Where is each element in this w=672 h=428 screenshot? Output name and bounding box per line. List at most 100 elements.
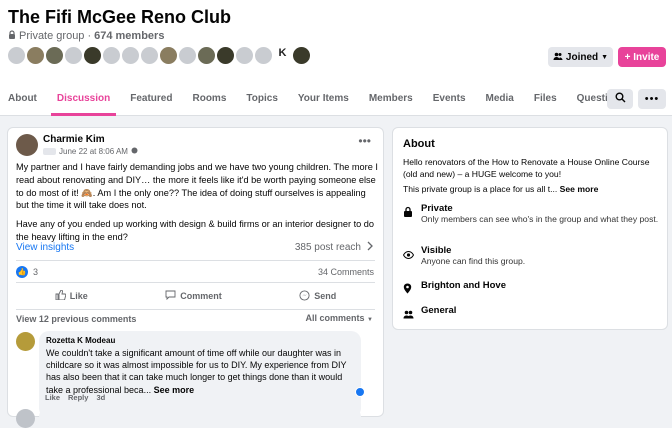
comment-like-button[interactable]: Like <box>45 393 60 402</box>
search-button[interactable] <box>607 89 633 109</box>
avatar[interactable] <box>45 46 64 65</box>
reactions[interactable]: 👍 3 <box>16 266 38 278</box>
send-button[interactable]: Send <box>299 289 337 303</box>
post-timestamp[interactable]: June 22 at 8:06 AM <box>59 147 128 156</box>
tab-featured[interactable]: Featured <box>130 83 172 116</box>
post-reach-label: 385 post reach <box>294 242 361 253</box>
view-insights-link[interactable]: View insights <box>16 242 74 253</box>
about-description: Hello renovators of the How to Renovate … <box>403 157 650 179</box>
comment-text: We couldn't take a significant amount of… <box>46 347 354 396</box>
tab-about[interactable]: About <box>8 83 37 116</box>
post-paragraph: My partner and I have fairly demanding j… <box>16 162 378 211</box>
comment-button[interactable]: Comment <box>165 290 222 302</box>
tab-your-items[interactable]: Your Items <box>298 83 349 116</box>
group-meta: Private group · 674 members <box>8 30 164 42</box>
comment-age[interactable]: 3d <box>96 393 105 402</box>
lock-icon <box>403 203 414 226</box>
group-tabs: About Discussion Featured Rooms Topics Y… <box>8 83 646 116</box>
author-avatar[interactable] <box>16 134 38 156</box>
commenter-avatar[interactable] <box>16 409 35 428</box>
avatar[interactable] <box>178 46 197 65</box>
see-more-link[interactable]: See more <box>154 385 195 395</box>
about-visible: Visible Anyone can find this group. <box>402 245 661 268</box>
all-comments-dropdown[interactable]: All comments ▼ <box>306 313 373 323</box>
like-button[interactable]: Like <box>55 289 88 302</box>
location-label[interactable]: Brighton and Hove <box>421 280 506 299</box>
about-see-more-link[interactable]: See more <box>560 184 599 194</box>
avatar[interactable] <box>235 46 254 65</box>
avatar[interactable] <box>121 46 140 65</box>
about-private: Private Only members can see who's in th… <box>403 203 661 226</box>
about-location: Brighton and Hove <box>403 280 661 299</box>
post-time: June 22 at 8:06 AM <box>43 147 138 156</box>
joined-button[interactable]: Joined ▼ <box>548 47 613 67</box>
more-icon: ••• <box>644 93 660 105</box>
chevron-right-icon <box>367 241 373 254</box>
like-reaction-icon: 👍 <box>16 266 28 278</box>
invite-button[interactable]: + Invite <box>618 47 666 67</box>
post-card: Charmie Kim June 22 at 8:06 AM ••• My pa… <box>7 127 384 428</box>
search-icon <box>615 90 626 108</box>
privacy-label: Private group <box>19 30 85 42</box>
people-icon <box>403 305 414 324</box>
tab-topics[interactable]: Topics <box>246 83 277 116</box>
about-description-more: This private group is a place for us all… <box>403 184 661 194</box>
avatar[interactable] <box>254 46 273 65</box>
comment-author[interactable]: Rozetta K Modeau <box>46 336 354 345</box>
comment-icon <box>165 290 176 302</box>
post-author[interactable]: Charmie Kim <box>43 134 105 145</box>
avatar-letter[interactable]: K <box>273 46 292 65</box>
group-title[interactable]: The Fifi McGee Reno Club <box>8 7 231 28</box>
avatar[interactable] <box>102 46 121 65</box>
avatar[interactable] <box>7 46 26 65</box>
comment-reply-button[interactable]: Reply <box>68 393 88 402</box>
private-title: Private <box>421 203 453 214</box>
about-heading: About <box>403 138 435 150</box>
avatar[interactable] <box>159 46 178 65</box>
send-label: Send <box>314 291 337 301</box>
avatar[interactable] <box>83 46 102 65</box>
post-body: My partner and I have fairly demanding j… <box>16 161 378 250</box>
avatar[interactable] <box>26 46 45 65</box>
about-description-truncated: This private group is a place for us all… <box>403 184 558 194</box>
visible-title: Visible <box>421 245 452 256</box>
about-card: About Hello renovators of the How to Ren… <box>392 127 668 330</box>
comments-count[interactable]: 34 Comments <box>318 267 374 277</box>
post-paragraph: Have any of you ended up working with de… <box>16 219 375 242</box>
messenger-icon <box>299 289 310 303</box>
avatar[interactable] <box>216 46 235 65</box>
tab-events[interactable]: Events <box>433 83 466 116</box>
chevron-down-icon: ▼ <box>601 53 609 61</box>
view-previous-comments[interactable]: View 12 previous comments <box>16 314 136 324</box>
tab-members[interactable]: Members <box>369 83 413 116</box>
avatar[interactable] <box>140 46 159 65</box>
post-reach[interactable]: 385 post reach <box>295 241 373 254</box>
avatar[interactable] <box>292 46 311 65</box>
lock-icon <box>8 30 16 42</box>
tab-media[interactable]: Media <box>486 83 514 116</box>
like-label: Like <box>69 291 88 301</box>
more-options-button[interactable]: ••• <box>638 89 666 109</box>
visible-description: Anyone can find this group. <box>421 256 526 266</box>
comment-actions: Like Reply 3d <box>45 393 105 402</box>
avatar[interactable] <box>64 46 83 65</box>
globe-icon <box>131 147 138 156</box>
reaction-count: 3 <box>33 267 39 277</box>
comment-like-icon[interactable] <box>355 387 365 397</box>
avatar[interactable] <box>197 46 216 65</box>
caret-down-icon: ▼ <box>367 317 373 323</box>
tab-files[interactable]: Files <box>534 83 557 116</box>
commenter-avatar[interactable] <box>16 332 35 351</box>
tab-rooms[interactable]: Rooms <box>192 83 226 116</box>
member-count[interactable]: 674 members <box>94 30 164 42</box>
all-comments-label: All comments <box>305 313 365 323</box>
eye-icon <box>402 245 415 268</box>
divider <box>16 309 375 310</box>
location-pin-icon <box>403 280 414 299</box>
post-actions: Like Comment Send <box>16 286 375 306</box>
tab-discussion[interactable]: Discussion <box>50 83 117 116</box>
post-options-icon[interactable]: ••• <box>358 134 371 148</box>
member-avatars[interactable]: K <box>7 46 311 65</box>
general-label: General <box>421 305 457 316</box>
thumbs-up-icon <box>55 289 67 302</box>
